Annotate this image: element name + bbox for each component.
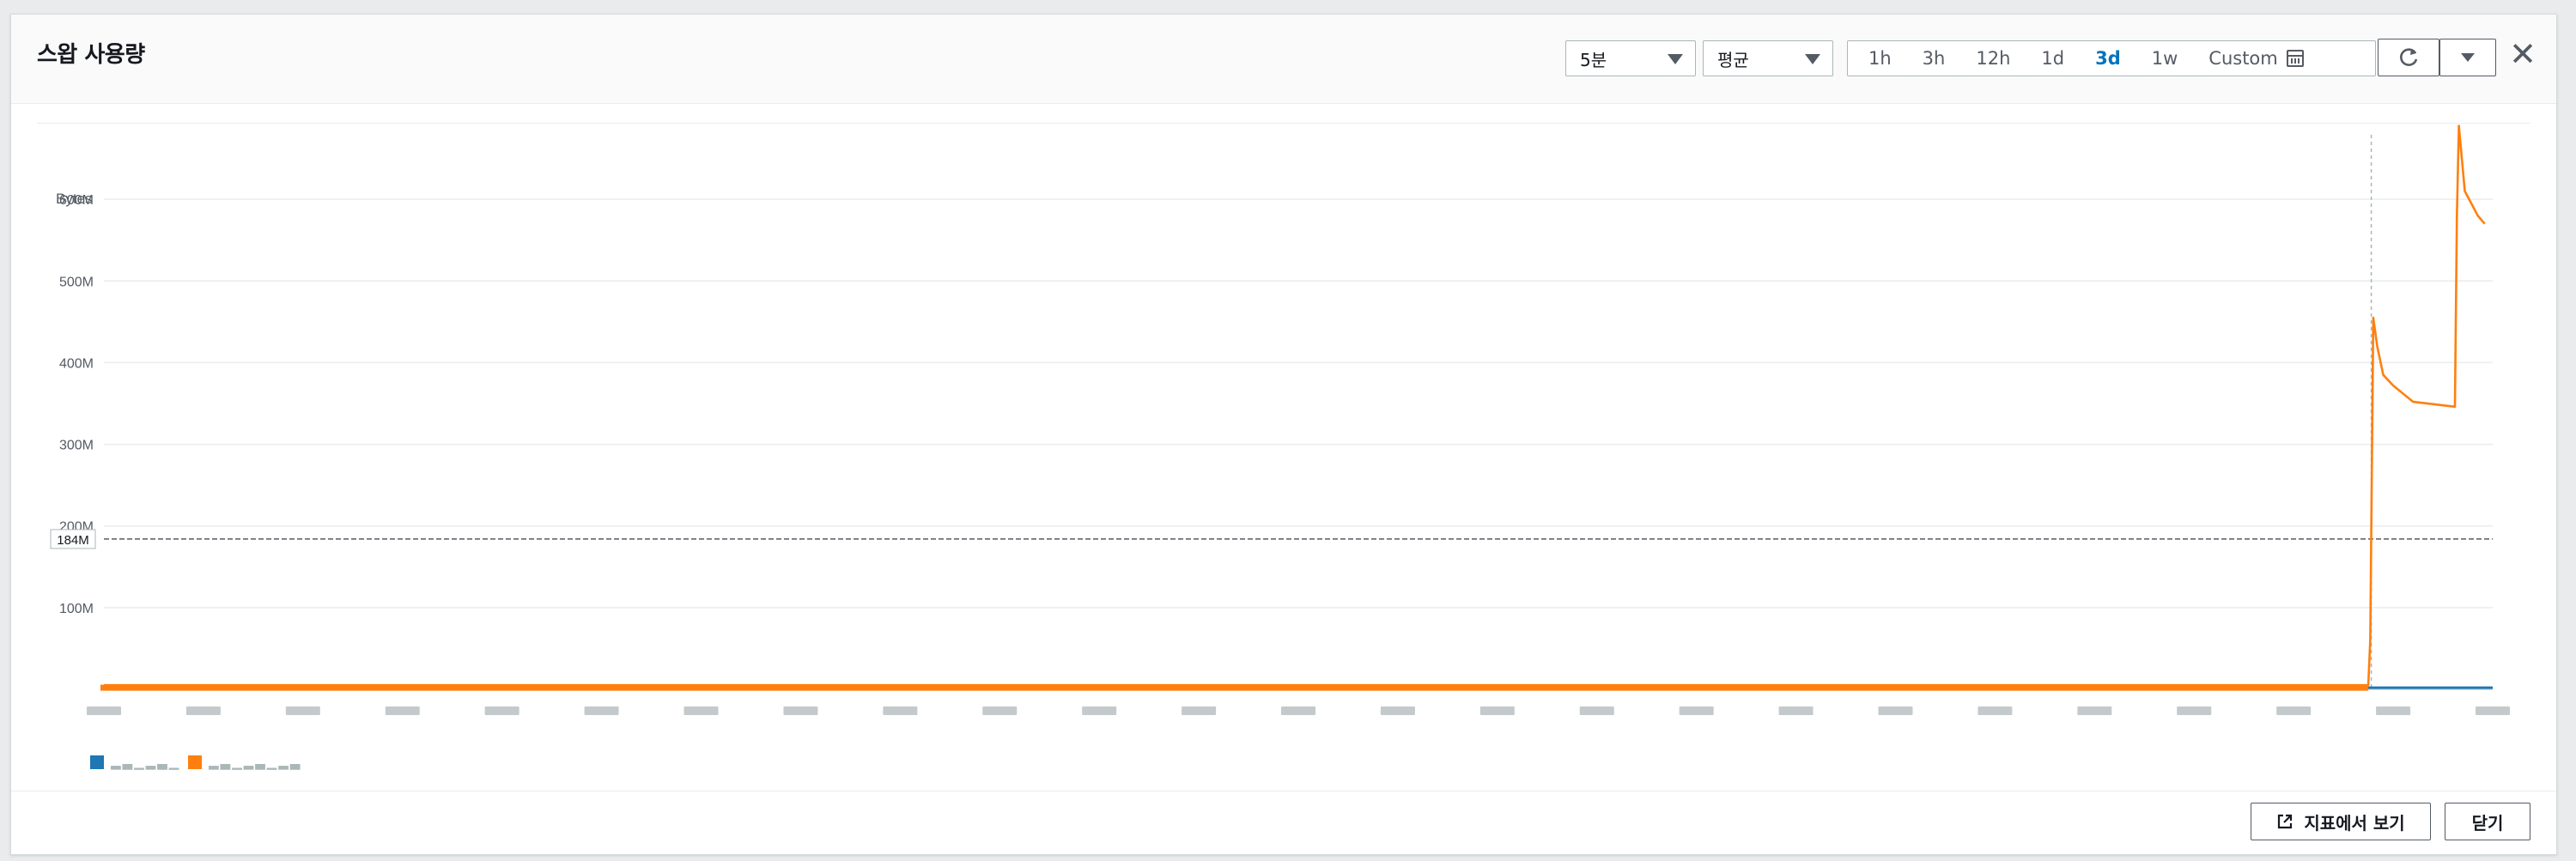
legend-swatch (188, 755, 202, 769)
legend-label: ▂▃▁▂▃▁ (111, 755, 181, 770)
x-tick-label (87, 706, 121, 715)
x-tick-label (1281, 706, 1315, 715)
x-tick-label (2476, 706, 2510, 715)
x-tick-label (1679, 706, 1714, 715)
view-in-metrics-button[interactable]: 지표에서 보기 (2251, 803, 2431, 840)
x-tick-label (1380, 706, 1415, 715)
threshold-label: 184M (57, 533, 89, 548)
legend-label: ▂▃▁▂▃▁▂▃ (209, 755, 302, 770)
x-tick-label (783, 706, 818, 715)
close-button[interactable]: 닫기 (2445, 803, 2530, 840)
x-tick-label (1778, 706, 1814, 715)
x-tick-label (185, 706, 221, 715)
y-tick-label: 400M (59, 356, 94, 371)
x-tick-label (2376, 706, 2411, 715)
x-tick-label (1978, 706, 2013, 715)
legend-item-series-1[interactable]: ▂▃▁▂▃▁ (90, 755, 180, 770)
legend-item-series-2[interactable]: ▂▃▁▂▃▁▂▃ (188, 755, 301, 770)
x-tick-label (484, 706, 519, 715)
x-tick-label (1878, 706, 1913, 715)
legend-swatch (90, 755, 104, 769)
x-tick-label (683, 706, 719, 715)
close-button-label: 닫기 (2471, 812, 2504, 834)
y-tick-label: 300M (59, 439, 94, 453)
series-line-2[interactable] (104, 124, 2486, 687)
y-tick-label: 100M (59, 602, 94, 616)
x-tick-label (584, 706, 619, 715)
metric-dialog: 스왑 사용량 5분 평균 1h 3h 12h 1d 3d 1w Custom ✕… (10, 14, 2557, 855)
x-tick-label (1082, 706, 1117, 715)
external-link-icon (2278, 814, 2293, 829)
x-tick-label (982, 706, 1018, 715)
y-tick-label: 500M (59, 275, 94, 289)
x-tick-label (1182, 706, 1217, 715)
x-tick-label (883, 706, 918, 715)
x-tick-label (1579, 706, 1614, 715)
view-in-metrics-label: 지표에서 보기 (2304, 812, 2405, 834)
x-tick-label (2276, 706, 2312, 715)
x-tick-label (2077, 706, 2112, 715)
x-tick-label (385, 706, 420, 715)
x-tick-label (2177, 706, 2212, 715)
x-tick-label (285, 706, 320, 715)
x-tick-label (1479, 706, 1515, 715)
swap-usage-chart: 100M200M300M400M500M600M184M Bytes (50, 124, 2510, 715)
y-axis-label: Bytes (56, 191, 93, 207)
